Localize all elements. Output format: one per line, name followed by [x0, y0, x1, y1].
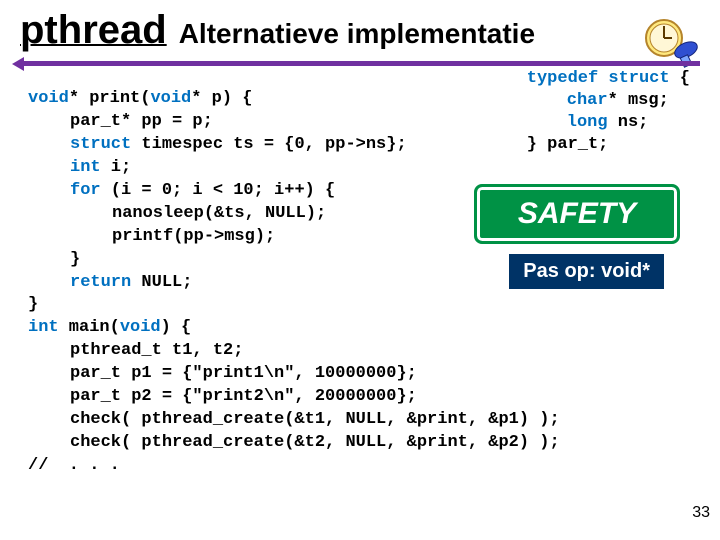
code-line: // . . .: [28, 455, 692, 478]
code-line: int i;: [28, 157, 692, 180]
title-sub: Alternatieve implementatie: [179, 18, 535, 50]
code-line: }: [28, 294, 692, 317]
code-line: int main(void) {: [28, 317, 692, 340]
code-line: check( pthread_create(&t1, NULL, &print,…: [28, 409, 692, 432]
code-area: typedef struct { char* msg; long ns; } p…: [0, 74, 720, 478]
code-line: pthread_t t1, t2;: [28, 340, 692, 363]
safety-label: SAFETY: [518, 194, 636, 235]
code-line: par_t p2 = {"print2\n", 20000000};: [28, 386, 692, 409]
typedef-struct-box: typedef struct { char* msg; long ns; } p…: [527, 68, 690, 156]
warning-box: Pas op: void*: [509, 254, 664, 289]
safety-badge: SAFETY: [474, 184, 680, 244]
code-line: check( pthread_create(&t2, NULL, &print,…: [28, 432, 692, 455]
slide-header: pthread Alternatieve implementatie: [0, 0, 720, 57]
page-number: 33: [692, 504, 710, 522]
code-line: par_t p1 = {"print1\n", 10000000};: [28, 363, 692, 386]
divider-rule: [20, 61, 700, 66]
title-main: pthread: [20, 8, 167, 53]
